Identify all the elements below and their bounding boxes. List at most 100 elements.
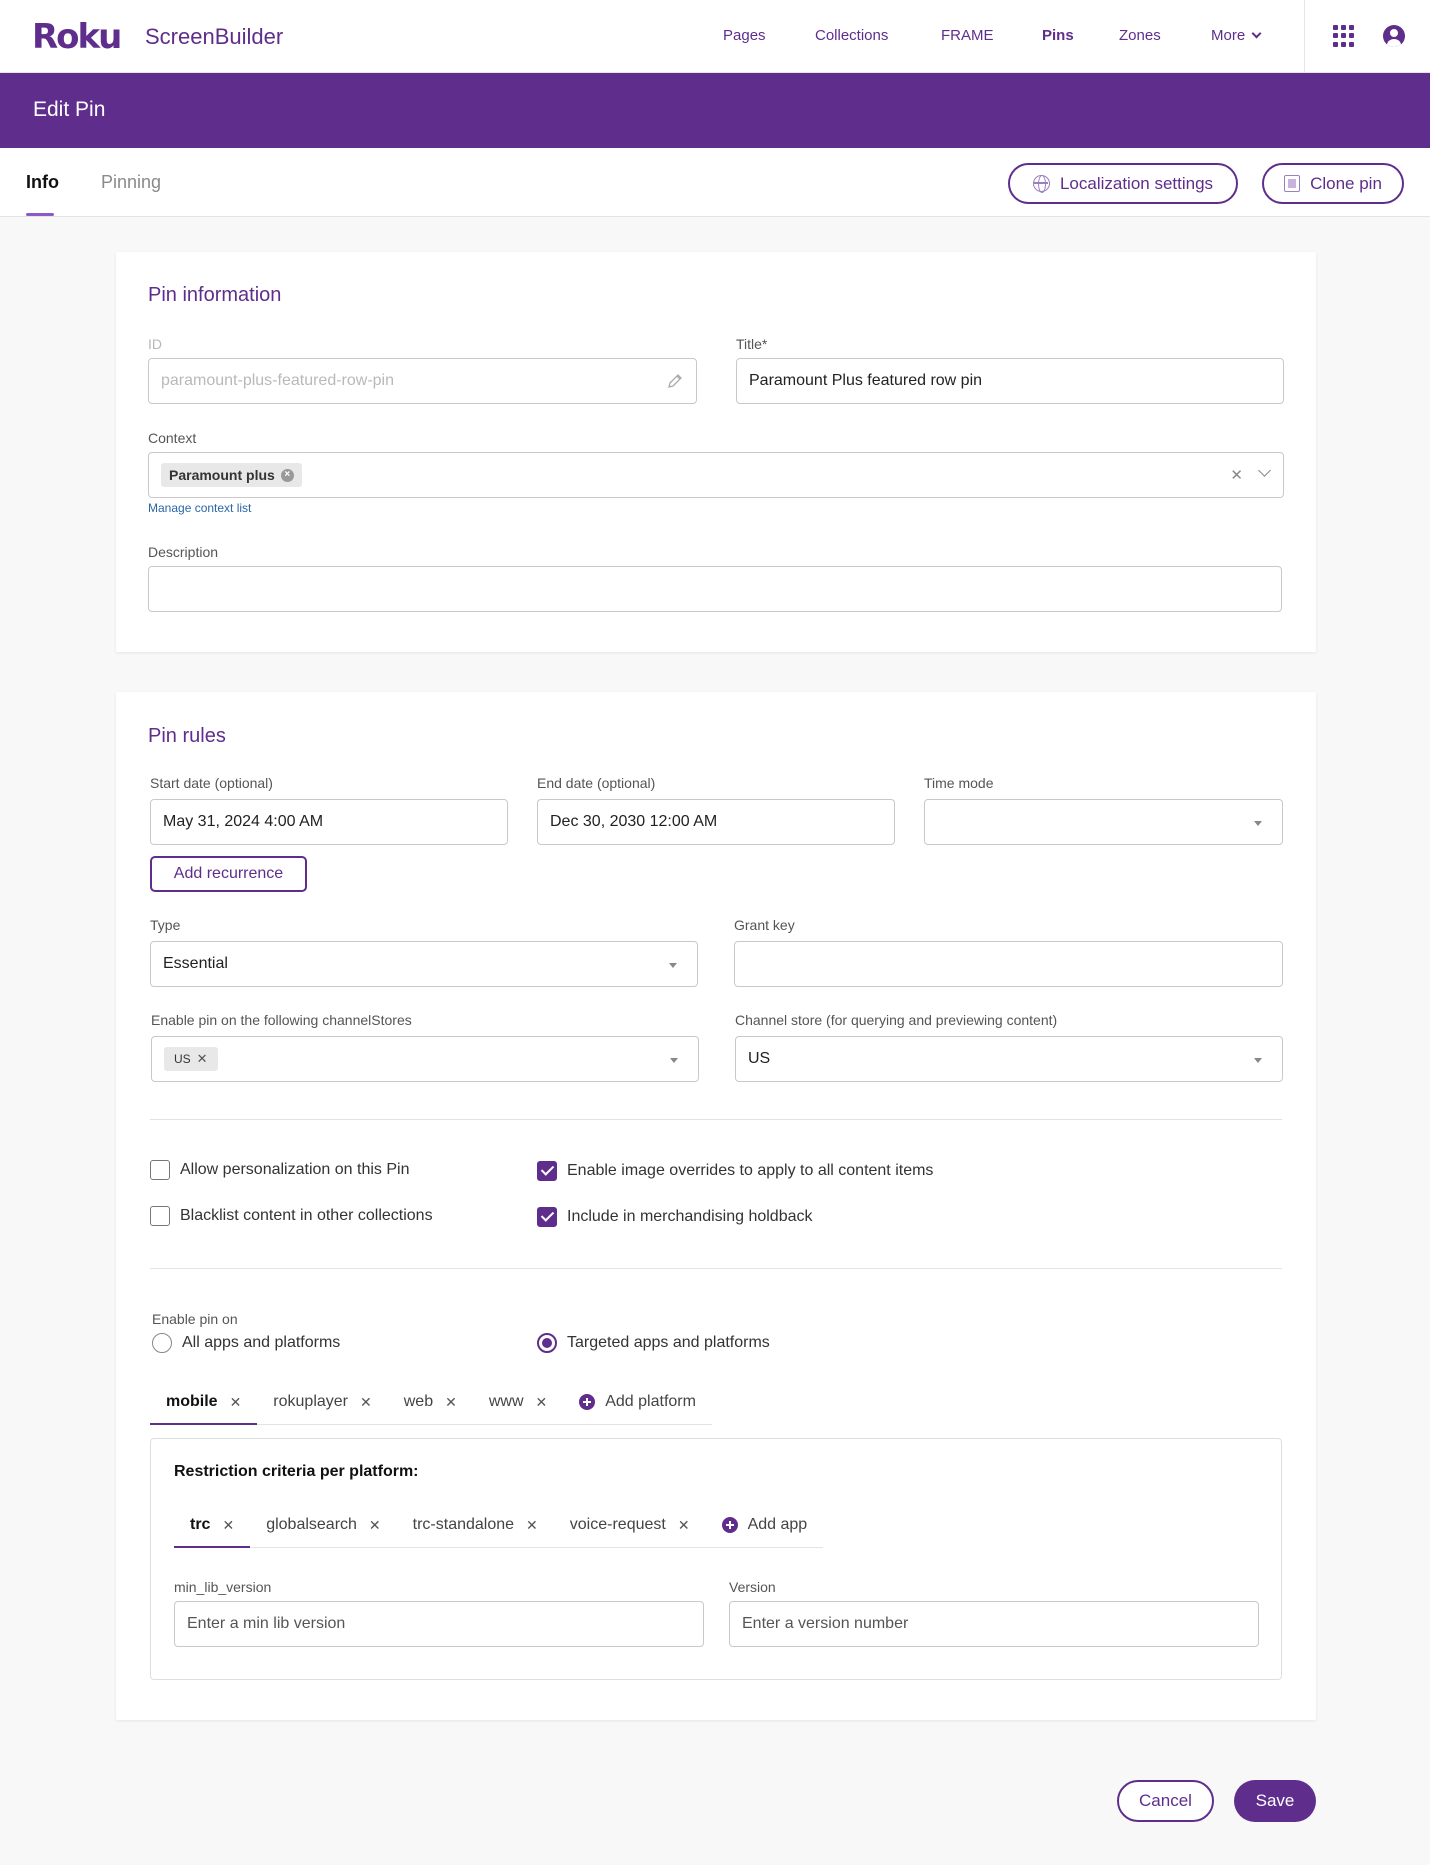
clear-icon[interactable]: ✕ [1230,466,1243,484]
channelstore-chip: US ✕ [164,1047,218,1071]
platform-tab-rokuplayer[interactable]: rokuplayer ✕ [257,1380,387,1424]
caret-down-icon [669,963,677,968]
add-platform-label: Add platform [605,1393,696,1410]
type-value: Essential [163,955,228,972]
min-lib-label: min_lib_version [174,1579,272,1595]
time-mode-select[interactable] [924,799,1283,845]
app-tab-label: trc [190,1516,211,1533]
close-icon[interactable]: ✕ [536,1394,548,1411]
end-date-value: Dec 30, 2030 12:00 AM [550,813,718,830]
id-value: paramount-plus-featured-row-pin [161,372,394,389]
holdback-label: Include in merchandising holdback [567,1208,813,1225]
nav-more-label: More [1211,27,1246,44]
add-platform-button[interactable]: Add platform [563,1380,712,1424]
app-grid-icon[interactable] [1333,25,1355,47]
pencil-icon[interactable] [667,373,683,389]
nav-zones[interactable]: Zones [1119,27,1161,44]
checkbox-unchecked-icon [150,1206,170,1226]
app-tab-trc[interactable]: trc ✕ [174,1503,251,1548]
close-icon[interactable]: ✕ [230,1394,242,1411]
channelstores-select[interactable]: US ✕ [151,1036,699,1082]
clone-pin-button[interactable]: Clone pin [1262,163,1404,204]
channelstores-label: Enable pin on the following channelStore… [151,1012,412,1028]
chevron-down-icon[interactable] [1258,464,1271,477]
context-label: Context [148,430,197,446]
description-input[interactable] [148,566,1282,612]
id-field: paramount-plus-featured-row-pin [148,358,697,404]
save-button[interactable]: Save [1234,1780,1316,1822]
channel-store-label: Channel store (for querying and previewi… [735,1012,1058,1028]
roku-logo[interactable]: Roku [32,17,122,57]
app-tab-label: trc-standalone [412,1516,515,1533]
chevron-down-icon [1251,28,1262,39]
platform-tab-mobile[interactable]: mobile ✕ [150,1380,258,1425]
context-select[interactable]: Paramount plus × ✕ [148,452,1284,498]
close-icon[interactable]: ✕ [222,1517,234,1534]
nav-divider [1304,0,1305,73]
user-account-icon[interactable] [1383,25,1405,47]
close-icon[interactable]: ✕ [678,1517,690,1534]
grant-key-input[interactable] [734,941,1283,987]
nav-collections[interactable]: Collections [815,27,888,44]
description-label: Description [148,544,219,560]
end-date-input[interactable]: Dec 30, 2030 12:00 AM [537,799,895,845]
platform-tabs: mobile ✕ rokuplayer ✕ web ✕ www ✕ Add platfo… [150,1380,712,1425]
radio-targeted-label: Targeted apps and platforms [567,1334,770,1351]
page-header: Edit Pin [0,73,1430,148]
image-overrides-checkbox[interactable]: Enable image overrides to apply to all c… [537,1161,933,1181]
version-placeholder: Enter a version number [742,1615,909,1632]
cancel-button[interactable]: Cancel [1117,1780,1214,1822]
context-chip: Paramount plus × [161,463,302,487]
blacklist-checkbox[interactable]: Blacklist content in other collections [150,1206,433,1226]
restriction-title: Restriction criteria per platform: [174,1463,419,1480]
radio-all-label: All apps and platforms [182,1334,341,1351]
version-input[interactable]: Enter a version number [729,1601,1259,1647]
start-date-input[interactable]: May 31, 2024 4:00 AM [150,799,508,845]
holdback-checkbox[interactable]: Include in merchandising holdback [537,1207,812,1227]
add-app-button[interactable]: Add app [706,1503,824,1547]
nav-more[interactable]: More [1211,27,1262,44]
close-icon[interactable]: ✕ [445,1394,457,1411]
app-tab-globalsearch[interactable]: globalsearch ✕ [250,1503,396,1547]
type-label: Type [150,917,181,933]
chip-remove-icon[interactable]: ✕ [197,1051,208,1067]
add-recurrence-button[interactable]: Add recurrence [150,856,307,892]
tab-pinning[interactable]: Pinning [101,172,161,193]
checkbox-checked-icon [537,1161,557,1181]
close-icon[interactable]: ✕ [526,1517,538,1534]
title-label: Title* [736,336,768,352]
min-lib-input[interactable]: Enter a min lib version [174,1601,704,1647]
platform-tab-www[interactable]: www ✕ [473,1380,563,1424]
close-icon[interactable]: ✕ [369,1517,381,1534]
nav-pages[interactable]: Pages [723,27,766,44]
close-icon[interactable]: ✕ [360,1394,372,1411]
channel-store-select[interactable]: US [735,1036,1283,1082]
caret-down-icon [1254,821,1262,826]
end-date-label: End date (optional) [537,775,656,791]
manage-context-link[interactable]: Manage context list [148,501,251,515]
tab-info[interactable]: Info [26,172,59,193]
version-label: Version [729,1579,776,1595]
app-tab-trc-standalone[interactable]: trc-standalone ✕ [397,1503,554,1547]
localization-settings-button[interactable]: Localization settings [1008,163,1238,204]
caret-down-icon [670,1058,678,1063]
channelstore-chip-label: US [174,1052,191,1066]
divider [150,1119,1282,1120]
checkbox-checked-icon [537,1207,557,1227]
pin-rules-title: Pin rules [148,725,226,747]
title-input[interactable]: Paramount Plus featured row pin [736,358,1284,404]
radio-all-apps[interactable]: All apps and platforms [152,1333,340,1353]
radio-targeted-apps[interactable]: Targeted apps and platforms [537,1333,770,1353]
personalization-checkbox[interactable]: Allow personalization on this Pin [150,1160,409,1180]
chip-remove-icon[interactable]: × [280,468,294,482]
app-tab-label: voice-request [569,1516,666,1533]
clone-icon [1284,175,1301,192]
nav-pins[interactable]: Pins [1042,27,1074,44]
grant-key-label: Grant key [734,917,795,933]
nav-frame[interactable]: FRAME [941,27,994,44]
type-select[interactable]: Essential [150,941,698,987]
radio-unselected-icon [152,1333,172,1353]
app-tab-voice-request[interactable]: voice-request ✕ [554,1503,706,1547]
start-date-label: Start date (optional) [150,775,273,791]
platform-tab-web[interactable]: web ✕ [388,1380,473,1424]
